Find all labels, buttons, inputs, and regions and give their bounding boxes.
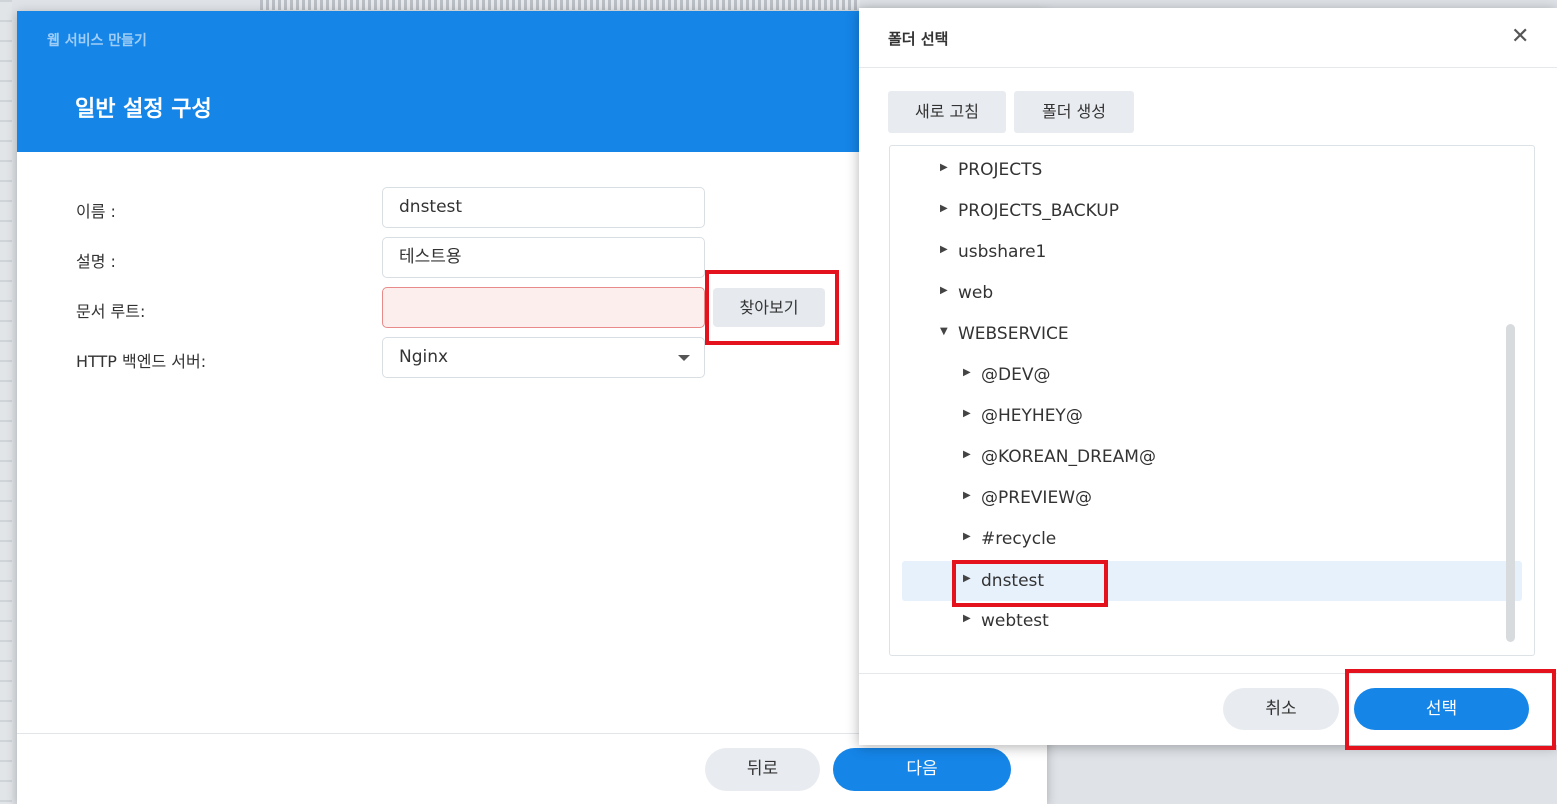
dialog-title: 폴더 선택	[888, 30, 949, 48]
refresh-button[interactable]: 새로 고침	[888, 91, 1006, 133]
tree-item[interactable]: ▶ @KOREAN_DREAM@	[963, 440, 1156, 474]
tree-item[interactable]: ▶ usbshare1	[940, 235, 1046, 269]
tree-item[interactable]: ▶ #recycle	[963, 522, 1056, 556]
tree-item-label: @DEV@	[981, 365, 1051, 385]
tree-item[interactable]: ▶ web	[940, 276, 993, 310]
annotation-box-browse	[705, 270, 839, 345]
caret-right-icon: ▶	[940, 203, 948, 214]
tree-item-label: webtest	[981, 611, 1049, 631]
tree-item[interactable]: ▶ PROJECTS	[940, 153, 1042, 187]
create-folder-button[interactable]: 폴더 생성	[1014, 91, 1134, 133]
tree-item-label: WEBSERVICE	[958, 324, 1069, 344]
caret-right-icon: ▶	[963, 490, 971, 501]
description-input[interactable]: 테스트용	[382, 237, 705, 278]
tree-item-label: usbshare1	[958, 242, 1047, 262]
folder-select-dialog: 폴더 선택 ✕ 새로 고침 폴더 생성 ▶ PROJECTS ▶ PROJECTS_…	[859, 8, 1557, 745]
caret-right-icon: ▶	[963, 613, 971, 624]
annotation-box-dnstest	[952, 560, 1108, 607]
tree-item[interactable]: ▶ @PREVIEW@	[963, 481, 1092, 515]
name-label: 이름 :	[76, 202, 116, 221]
caret-right-icon: ▶	[940, 162, 948, 173]
chevron-down-icon	[678, 355, 690, 361]
caret-right-icon: ▶	[940, 285, 948, 296]
tree-item[interactable]: ▶ @DEV@	[963, 358, 1050, 392]
background-window-edge	[0, 0, 12, 804]
close-icon[interactable]: ✕	[1511, 24, 1529, 50]
tree-item[interactable]: ▶ PROJECTS_BACKUP	[940, 194, 1119, 228]
description-label: 설명 :	[76, 252, 116, 271]
wizard-window-title: 웹 서비스 만들기	[47, 33, 147, 49]
caret-right-icon: ▶	[963, 367, 971, 378]
background-window-strip	[260, 0, 860, 10]
dialog-header-divider	[859, 67, 1557, 68]
caret-right-icon: ▶	[940, 244, 948, 255]
tree-item-label: PROJECTS	[958, 160, 1043, 180]
annotation-box-select	[1345, 669, 1556, 750]
doc-root-input[interactable]	[382, 287, 705, 328]
tree-scrollbar[interactable]	[1506, 324, 1515, 642]
back-button[interactable]: 뒤로	[705, 748, 820, 791]
http-backend-label: HTTP 백엔드 서버:	[76, 352, 207, 371]
http-backend-select[interactable]: Nginx	[382, 337, 705, 378]
cancel-button[interactable]: 취소	[1223, 688, 1339, 730]
tree-item-label: @HEYHEY@	[981, 406, 1083, 426]
caret-right-icon: ▶	[963, 408, 971, 419]
tree-item-label: @KOREAN_DREAM@	[981, 447, 1156, 467]
wizard-step-title: 일반 설정 구성	[75, 97, 212, 122]
tree-item[interactable]: ▶ webtest	[963, 604, 1049, 638]
caret-right-icon: ▶	[963, 449, 971, 460]
tree-item-label: @PREVIEW@	[981, 488, 1092, 508]
tree-item[interactable]: ▼ WEBSERVICE	[940, 317, 1069, 351]
tree-item[interactable]: ▶ @HEYHEY@	[963, 399, 1083, 433]
tree-item-label: PROJECTS_BACKUP	[958, 201, 1119, 221]
http-backend-value: Nginx	[399, 347, 449, 367]
name-input[interactable]: dnstest	[382, 187, 705, 228]
next-button[interactable]: 다음	[833, 748, 1011, 791]
doc-root-label: 문서 루트:	[76, 302, 146, 321]
caret-down-icon: ▼	[940, 326, 948, 337]
caret-right-icon: ▶	[963, 531, 971, 542]
tree-item-label: #recycle	[981, 529, 1057, 549]
tree-item-label: web	[958, 283, 994, 303]
